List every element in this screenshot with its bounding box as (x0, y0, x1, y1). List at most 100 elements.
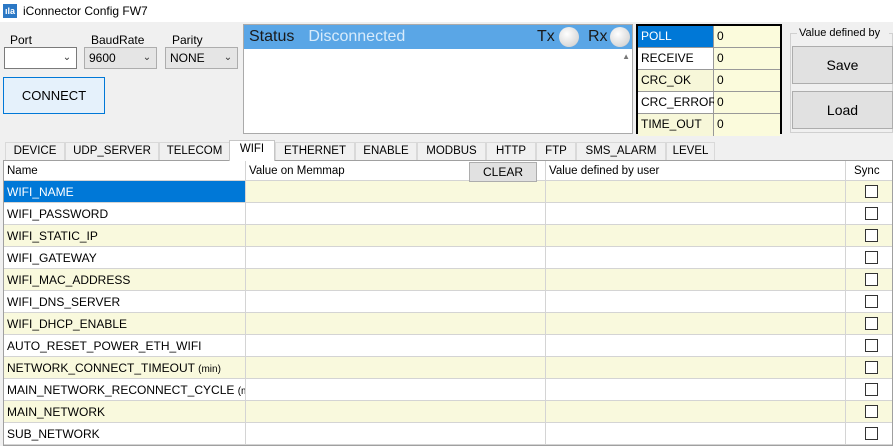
clear-button[interactable]: CLEAR (469, 162, 537, 182)
table-row[interactable]: NETWORK_CONNECT_TIMEOUT (min) (4, 357, 892, 379)
user-value-cell[interactable] (546, 401, 846, 423)
user-value-cell[interactable] (546, 203, 846, 225)
user-value-cell[interactable] (546, 291, 846, 313)
row-name[interactable]: AUTO_RESET_POWER_ETH_WIFI (4, 335, 246, 357)
memmap-cell[interactable] (246, 335, 546, 357)
row-name[interactable]: WIFI_MAC_ADDRESS (4, 269, 246, 291)
sync-cell (846, 247, 892, 269)
tab-enable[interactable]: ENABLE (355, 142, 417, 160)
user-value-cell[interactable] (546, 335, 846, 357)
sync-checkbox[interactable] (865, 361, 878, 374)
row-unit: (min) (237, 386, 245, 397)
memmap-cell[interactable] (246, 269, 546, 291)
table-row[interactable]: WIFI_GATEWAY (4, 247, 892, 269)
memmap-column-header[interactable]: Value on Memmap CLEAR (246, 161, 546, 182)
load-button[interactable]: Load (792, 91, 893, 129)
table-row[interactable]: WIFI_STATIC_IP (4, 225, 892, 247)
sync-checkbox[interactable] (865, 207, 878, 220)
tab-device[interactable]: DEVICE (5, 142, 65, 160)
row-name-text: WIFI_NAME (7, 185, 74, 199)
parity-select[interactable]: NONE ⌄ (165, 47, 238, 69)
sync-checkbox[interactable] (865, 273, 878, 286)
user-value-group-label: Value defined by user (797, 27, 889, 40)
row-name-text: MAIN_NETWORK (7, 405, 106, 419)
memmap-cell[interactable] (246, 401, 546, 423)
row-name[interactable]: WIFI_DNS_SERVER (4, 291, 246, 313)
memmap-cell[interactable] (246, 313, 546, 335)
row-name-text: WIFI_DNS_SERVER (7, 295, 121, 309)
user-value-cell[interactable] (546, 225, 846, 247)
row-name[interactable]: SUB_NETWORK (4, 423, 246, 445)
row-name-text: AUTO_RESET_POWER_ETH_WIFI (7, 339, 202, 353)
sync-checkbox[interactable] (865, 427, 878, 440)
sync-checkbox[interactable] (865, 405, 878, 418)
table-row[interactable]: SUB_NETWORK (4, 423, 892, 445)
memmap-cell[interactable] (246, 225, 546, 247)
table-row[interactable]: WIFI_NAME (4, 181, 892, 203)
sync-cell (846, 225, 892, 247)
table-row[interactable]: WIFI_PASSWORD (4, 203, 892, 225)
tab-sms-alarm[interactable]: SMS_ALARM (576, 142, 666, 160)
user-value-cell[interactable] (546, 269, 846, 291)
tab-strip: DEVICE UDP_SERVER TELECOM WIFI ETHERNET … (0, 140, 893, 161)
memmap-cell[interactable] (246, 379, 546, 401)
user-value-cell[interactable] (546, 423, 846, 445)
sync-checkbox[interactable] (865, 185, 878, 198)
parity-value: NONE (170, 51, 205, 65)
tab-ethernet[interactable]: ETHERNET (275, 142, 355, 160)
user-column-header[interactable]: Value defined by user (546, 161, 846, 181)
memmap-cell[interactable] (246, 423, 546, 445)
user-value-cell[interactable] (546, 379, 846, 401)
row-name[interactable]: WIFI_DHCP_ENABLE (4, 313, 246, 335)
name-column-header[interactable]: Name (4, 161, 246, 181)
sync-checkbox[interactable] (865, 295, 878, 308)
table-row[interactable]: WIFI_MAC_ADDRESS (4, 269, 892, 291)
sync-cell (846, 423, 892, 445)
tab-http[interactable]: HTTP (486, 142, 536, 160)
tab-wifi[interactable]: WIFI (229, 140, 275, 161)
table-row[interactable]: MAIN_NETWORK (4, 401, 892, 423)
row-name[interactable]: WIFI_STATIC_IP (4, 225, 246, 247)
row-name[interactable]: WIFI_NAME (4, 181, 246, 203)
row-name[interactable]: WIFI_PASSWORD (4, 203, 246, 225)
counter-value: 0 (714, 26, 780, 47)
user-value-cell[interactable] (546, 357, 846, 379)
sync-checkbox[interactable] (865, 317, 878, 330)
sync-checkbox[interactable] (865, 383, 878, 396)
user-value-cell[interactable] (546, 247, 846, 269)
sync-column-header[interactable]: Sync (846, 161, 892, 181)
sync-checkbox[interactable] (865, 339, 878, 352)
table-row[interactable]: WIFI_DNS_SERVER (4, 291, 892, 313)
tab-telecom[interactable]: TELECOM (159, 142, 230, 160)
save-button[interactable]: Save (792, 46, 893, 84)
row-name[interactable]: NETWORK_CONNECT_TIMEOUT (min) (4, 357, 246, 379)
connect-button[interactable]: CONNECT (3, 77, 105, 114)
row-unit: (min) (198, 364, 221, 375)
tab-modbus[interactable]: MODBUS (417, 142, 486, 160)
tab-level[interactable]: LEVEL (666, 142, 715, 160)
memmap-cell[interactable] (246, 181, 546, 203)
sync-checkbox[interactable] (865, 229, 878, 242)
table-row[interactable]: MAIN_NETWORK_RECONNECT_CYCLE (min) (4, 379, 892, 401)
memmap-column-label: Value on Memmap (249, 165, 345, 177)
baudrate-select[interactable]: 9600 ⌄ (84, 47, 157, 69)
sync-checkbox[interactable] (865, 251, 878, 264)
port-select[interactable]: ⌄ (4, 47, 77, 69)
table-row[interactable]: AUTO_RESET_POWER_ETH_WIFI (4, 335, 892, 357)
memmap-cell[interactable] (246, 203, 546, 225)
tab-ftp[interactable]: FTP (536, 142, 576, 160)
table-row[interactable]: WIFI_DHCP_ENABLE (4, 313, 892, 335)
user-value-cell[interactable] (546, 313, 846, 335)
sync-cell (846, 291, 892, 313)
row-name[interactable]: MAIN_NETWORK_RECONNECT_CYCLE (min) (4, 379, 246, 401)
row-name[interactable]: WIFI_GATEWAY (4, 247, 246, 269)
memmap-cell[interactable] (246, 247, 546, 269)
row-name[interactable]: MAIN_NETWORK (4, 401, 246, 423)
scroll-up-icon[interactable]: ▲ (622, 52, 630, 61)
memmap-cell[interactable] (246, 357, 546, 379)
user-value-cell[interactable] (546, 181, 846, 203)
counter-row: CRC_ERROR 0 (638, 92, 780, 114)
tab-udp-server[interactable]: UDP_SERVER (65, 142, 159, 160)
row-name-text: WIFI_STATIC_IP (7, 229, 98, 243)
memmap-cell[interactable] (246, 291, 546, 313)
